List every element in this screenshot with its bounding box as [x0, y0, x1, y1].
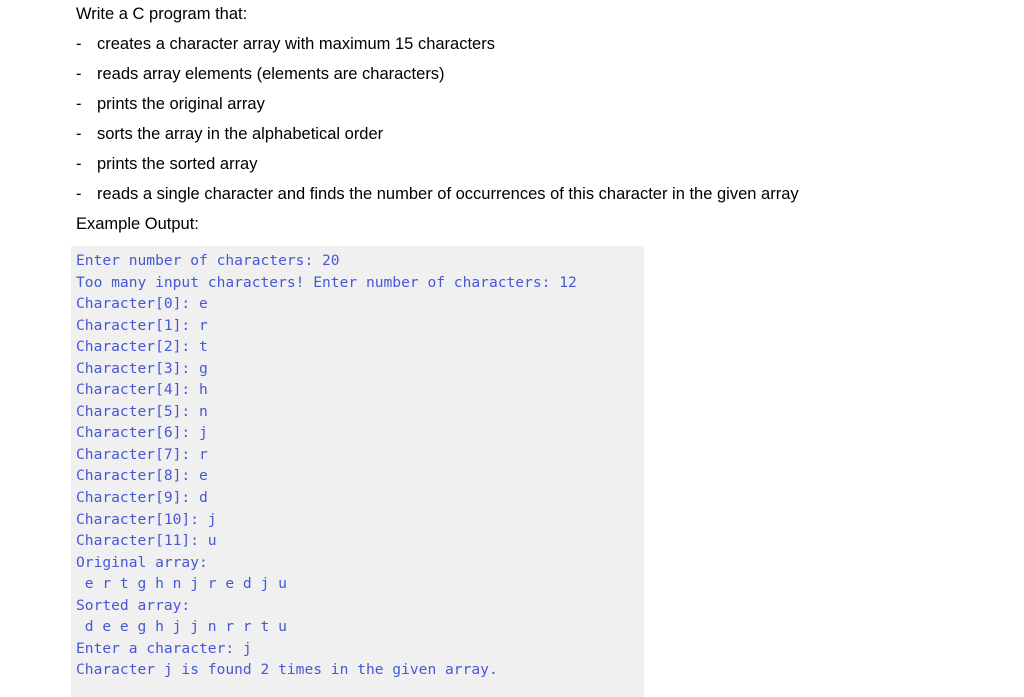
console-line: Character[1]: r: [76, 316, 208, 334]
example-output-label: Example Output:: [76, 215, 199, 233]
console-line: Character[3]: g: [76, 359, 208, 377]
console-line: Character[7]: r: [76, 445, 208, 463]
question-intro: Write a C program that:: [76, 5, 248, 23]
bullet-dash: -: [76, 65, 82, 83]
requirement-item: - prints the original array: [76, 94, 976, 114]
example-output-console: Enter number of characters: 20 Too many …: [71, 246, 644, 697]
question-prose: Write a C program that: - creates a char…: [76, 4, 976, 234]
console-line: Character j is found 2 times in the give…: [76, 661, 498, 679]
console-line: Character[8]: e: [76, 467, 208, 485]
bullet-dash: -: [76, 95, 82, 113]
requirement-item: - reads a single character and finds the…: [76, 184, 976, 204]
console-line: Character[2]: t: [76, 338, 208, 356]
requirement-text: reads array elements (elements are chara…: [97, 65, 445, 83]
console-line: Character[4]: h: [76, 381, 208, 399]
console-line: Original array:: [76, 553, 208, 571]
requirement-item: - reads array elements (elements are cha…: [76, 64, 976, 84]
bullet-dash: -: [76, 125, 82, 143]
bullet-dash: -: [76, 185, 82, 203]
page-root: Write a C program that: - creates a char…: [0, 0, 1024, 697]
console-line: Character[0]: e: [76, 295, 208, 313]
console-line: d e e g h j j n r r t u: [76, 618, 287, 636]
console-line: Too many input characters! Enter number …: [76, 273, 577, 291]
console-line: Character[11]: u: [76, 532, 217, 550]
console-line: Character[6]: j: [76, 424, 208, 442]
console-line: Sorted array:: [76, 596, 191, 614]
requirements-list: - creates a character array with maximum…: [76, 34, 976, 204]
console-line: Enter a character: j: [76, 639, 252, 657]
requirement-item: - creates a character array with maximum…: [76, 34, 976, 54]
bullet-dash: -: [76, 35, 82, 53]
console-line: Enter number of characters: 20: [76, 252, 340, 269]
console-line: Character[10]: j: [76, 510, 217, 528]
requirement-text: prints the original array: [97, 95, 265, 113]
console-line: Character[9]: d: [76, 489, 208, 507]
requirement-text: prints the sorted array: [97, 155, 258, 173]
requirement-item: - prints the sorted array: [76, 154, 976, 174]
requirement-text: reads a single character and finds the n…: [97, 185, 799, 203]
requirement-text: sorts the array in the alphabetical orde…: [97, 125, 384, 143]
bullet-dash: -: [76, 155, 82, 173]
console-line: e r t g h n j r e d j u: [76, 575, 287, 593]
requirement-item: - sorts the array in the alphabetical or…: [76, 124, 976, 144]
console-line: Character[5]: n: [76, 402, 208, 420]
requirement-text: creates a character array with maximum 1…: [97, 35, 495, 53]
